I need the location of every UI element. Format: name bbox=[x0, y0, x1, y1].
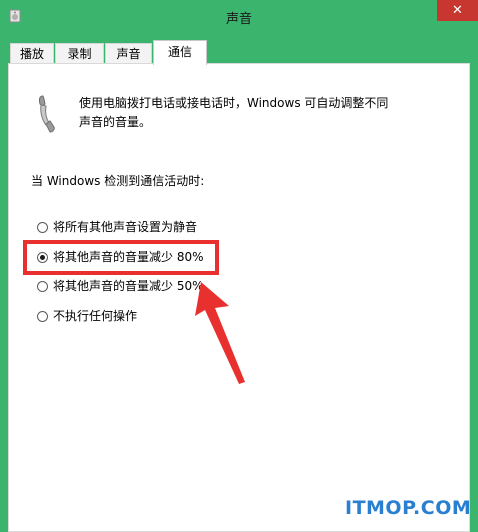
title-bar: 声音 ✕ bbox=[0, 0, 478, 33]
tab-strip: 播放 录制 声音 通信 bbox=[8, 40, 470, 65]
annotation-arrow-icon bbox=[195, 282, 245, 384]
close-button[interactable]: ✕ bbox=[437, 0, 478, 21]
tab-recording[interactable]: 录制 bbox=[55, 43, 104, 63]
watermark: ITMOP.COM bbox=[345, 497, 472, 519]
tab-communications[interactable]: 通信 bbox=[153, 40, 207, 65]
communications-panel: 使用电脑拨打电话或接电话时，Windows 可自动调整不同 声音的音量。 当 W… bbox=[8, 63, 470, 532]
tab-sounds[interactable]: 声音 bbox=[105, 43, 152, 63]
window-title: 声音 bbox=[225, 12, 252, 27]
tab-playback[interactable]: 播放 bbox=[10, 43, 54, 63]
